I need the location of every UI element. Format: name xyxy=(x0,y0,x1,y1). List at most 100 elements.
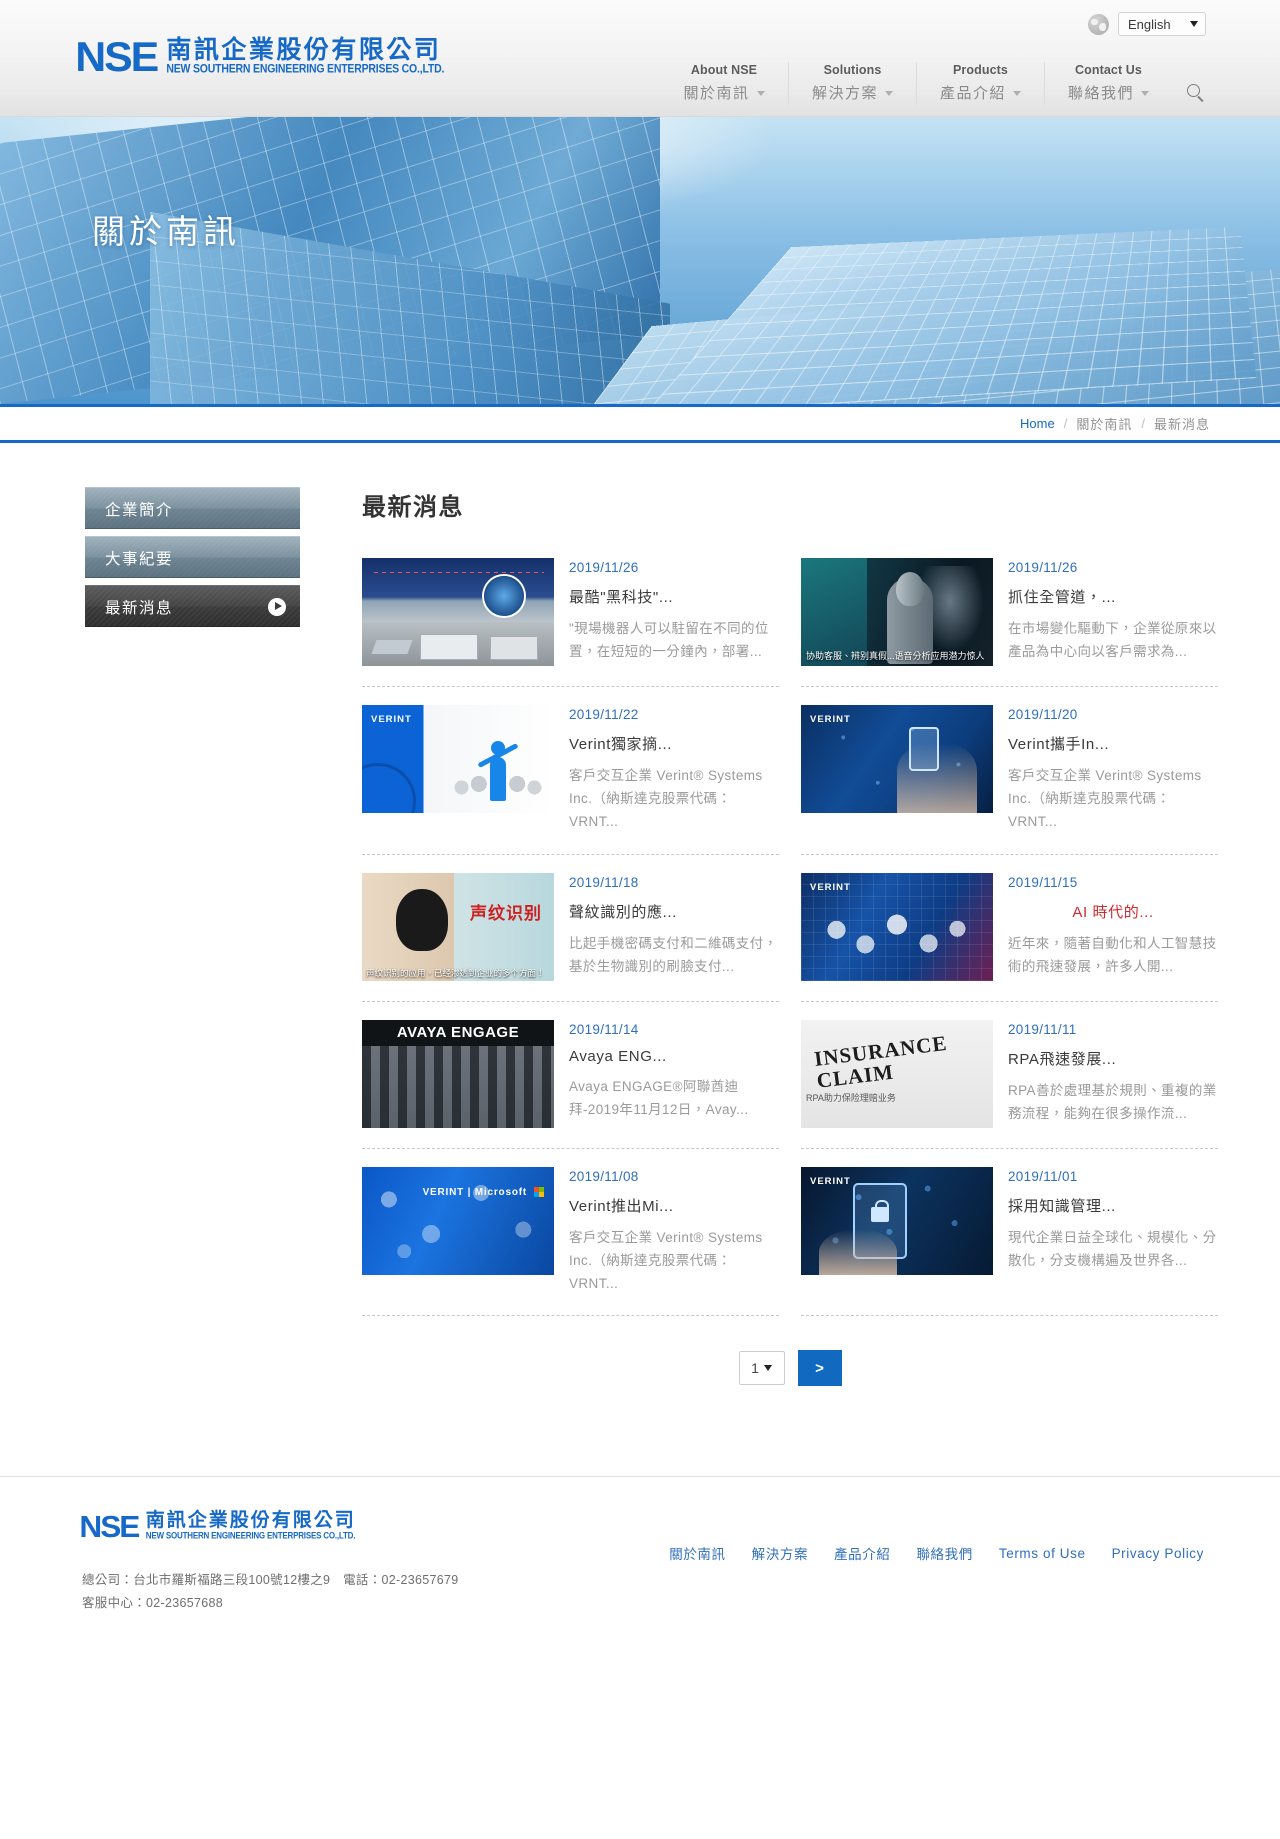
news-title[interactable]: 最酷"黑科技"... xyxy=(569,586,779,607)
microsoft-icon xyxy=(534,1187,544,1198)
main-content: 最新消息 2019/11/26 最酷"黑科技"... "現場機器人可以駐留在不同… xyxy=(300,487,1280,1387)
thumbnail-headline-text: 声纹识别 xyxy=(470,903,542,923)
news-date: 2019/11/20 xyxy=(1008,707,1078,722)
nav-item-label-zh: 解決方案 xyxy=(811,85,878,102)
news-title[interactable]: 聲紋識別的應... xyxy=(569,901,779,922)
news-summary: Avaya ENGAGE®阿聯酋迪拜-2019年11月12日，Avay... xyxy=(569,1078,749,1117)
footer-address: 總公司：台北市羅斯福路三段100號12樓之9 電話：02-23657679 客服… xyxy=(82,1569,459,1615)
nav-item-label-zh: 聯絡我們 xyxy=(1067,85,1134,102)
nav-item-solutions[interactable]: Solutions 解決方案 xyxy=(788,61,916,105)
news-thumbnail[interactable]: VERINT xyxy=(801,1166,993,1275)
thumbnail-brand-label: VERINT | Microsoft xyxy=(422,1186,527,1198)
news-item[interactable]: VERINT 2019/11/22 Verint獨家摘... 客戶交互企業 Ve… xyxy=(362,687,779,855)
news-thumbnail[interactable]: AVAYA ENGAGE xyxy=(362,1019,554,1128)
search-button[interactable] xyxy=(1172,84,1214,105)
footer-link-privacy-policy[interactable]: Privacy Policy xyxy=(1112,1546,1204,1561)
thumbnail-brand-badge: VERINT xyxy=(810,714,851,725)
chevron-down-icon xyxy=(885,91,893,96)
news-item[interactable]: VERINT 2019/11/01 採用知識管理... 現代企業日益全球化、規模… xyxy=(801,1149,1218,1317)
thumbnail-art xyxy=(362,1166,554,1275)
breadcrumb-home-link[interactable]: Home xyxy=(1020,416,1055,431)
news-thumbnail[interactable]: VERINT | Microsoft xyxy=(362,1166,554,1275)
breadcrumb-separator: / xyxy=(1141,416,1145,431)
news-date: 2019/11/15 xyxy=(1008,874,1078,890)
thumbnail-art xyxy=(362,1045,554,1128)
thumbnail-caption: 协助客服、辨别真假...语音分析应用潜力惊人 xyxy=(806,650,985,661)
news-title[interactable]: AI 時代的... xyxy=(1008,901,1218,922)
search-icon xyxy=(1186,84,1200,97)
news-date: 2019/11/22 xyxy=(569,707,639,722)
news-summary: 在市場變化驅動下，企業從原來以產品為中心向以客戶需求為... xyxy=(1008,621,1217,660)
footer-link-solutions[interactable]: 解決方案 xyxy=(752,1543,808,1563)
footer-link-contact[interactable]: 聯絡我們 xyxy=(916,1543,972,1563)
thumbnail-brand-badge: VERINT xyxy=(810,881,851,893)
news-thumbnail[interactable]: VERINT xyxy=(362,705,554,813)
site-logo[interactable]: NSE 南訊企業股份有限公司 NEW SOUTHERN ENGINEERING … xyxy=(75,33,444,80)
news-summary: 客戶交互企業 Verint® Systems Inc.（納斯達克股票代碼：VRN… xyxy=(569,768,763,830)
chevron-down-icon xyxy=(1190,21,1198,27)
footer-address-line-1: 總公司：台北市羅斯福路三段100號12樓之9 電話：02-23657679 xyxy=(82,1573,459,1588)
breadcrumb-level-2[interactable]: 關於南訊 xyxy=(1076,414,1132,433)
logo-mark-nse: NSE xyxy=(79,1509,140,1545)
footer-link-products[interactable]: 產品介紹 xyxy=(834,1543,890,1563)
thumbnail-caption: 声纹识别的应用，已经渗透到企业的多个方面！ xyxy=(366,967,545,978)
page-number-select[interactable]: 1 xyxy=(738,1351,785,1386)
news-thumbnail[interactable] xyxy=(362,558,554,666)
thumbnail-art xyxy=(819,1228,897,1275)
sidebar-menu: 企業簡介 大事紀要 最新消息 xyxy=(0,487,300,1386)
news-title[interactable]: Verint獨家摘... xyxy=(569,733,779,754)
news-thumbnail[interactable]: VERINT xyxy=(801,872,993,981)
footer-address-line-2: 客服中心：02-23657688 xyxy=(82,1596,223,1611)
nav-item-label-zh: 關於南訊 xyxy=(683,85,750,102)
news-title[interactable]: Avaya ENG... xyxy=(569,1048,779,1065)
news-thumbnail[interactable]: VERINT xyxy=(801,705,993,813)
news-title[interactable]: 抓住全管道，... xyxy=(1008,586,1218,607)
news-summary: 近年來，隨著自動化和人工智慧技術的飛速發展，許多人開... xyxy=(1008,935,1217,974)
news-date: 2019/11/11 xyxy=(1008,1021,1077,1037)
logo-mark-nse: NSE xyxy=(75,33,159,80)
news-item[interactable]: 协助客服、辨别真假...语音分析应用潜力惊人 2019/11/26 抓住全管道，… xyxy=(801,558,1218,687)
chevron-down-icon xyxy=(1013,91,1021,96)
language-select[interactable]: English xyxy=(1118,12,1206,36)
sidebar-item-label: 企業簡介 xyxy=(105,501,174,519)
language-selector[interactable]: English xyxy=(1088,12,1206,36)
news-title[interactable]: Verint攜手In... xyxy=(1008,733,1218,754)
news-title[interactable]: Verint推出Mi... xyxy=(569,1195,779,1216)
footer-link-about[interactable]: 關於南訊 xyxy=(669,1543,725,1563)
nav-item-label-en: Solutions xyxy=(823,62,882,77)
next-page-button[interactable]: > xyxy=(797,1350,842,1387)
news-summary: 現代企業日益全球化、規模化、分散化，分支機構遍及世界各... xyxy=(1008,1229,1217,1268)
thumbnail-brand-badge: VERINT | Microsoft xyxy=(423,1187,544,1198)
nav-item-about-nse[interactable]: About NSE 關於南訊 xyxy=(660,62,788,105)
news-item[interactable]: INSURANCE CLAIM RPA助力保险理赔业务 2019/11/11 R… xyxy=(801,1002,1218,1149)
news-item[interactable]: 2019/11/26 最酷"黑科技"... "現場機器人可以駐留在不同的位置，在… xyxy=(362,558,779,687)
breadcrumb: Home / 關於南訊 / 最新消息 xyxy=(0,407,1280,443)
news-item[interactable]: VERINT | Microsoft 2019/11/08 Verint推出Mi… xyxy=(362,1149,779,1317)
news-title[interactable]: 採用知識管理... xyxy=(1008,1195,1218,1216)
sidebar-item-latest-news[interactable]: 最新消息 xyxy=(85,585,300,627)
sidebar-item-milestones[interactable]: 大事紀要 xyxy=(85,536,300,578)
thumbnail-art xyxy=(420,634,478,660)
news-date: 2019/11/26 xyxy=(569,560,639,575)
news-item[interactable]: AVAYA ENGAGE 2019/11/14 Avaya ENG... Ava… xyxy=(362,1002,779,1149)
news-item[interactable]: VERINT 2019/11/20 Verint攜手In... 客戶交互企業 V… xyxy=(801,687,1218,855)
footer-company-name-en: NEW SOUTHERN ENGINEERING ENTERPRISES CO.… xyxy=(145,1531,356,1542)
news-thumbnail[interactable]: INSURANCE CLAIM RPA助力保险理赔业务 xyxy=(801,1019,993,1128)
logo-company-name-zh: 南訊企業股份有限公司 xyxy=(166,36,442,65)
sidebar-item-company-profile[interactable]: 企業簡介 xyxy=(85,487,300,529)
news-thumbnail[interactable]: 协助客服、辨别真假...语音分析应用潜力惊人 xyxy=(801,558,993,666)
footer-link-terms-of-use[interactable]: Terms of Use xyxy=(999,1546,1086,1561)
site-header: NSE 南訊企業股份有限公司 NEW SOUTHERN ENGINEERING … xyxy=(0,0,1280,117)
news-title[interactable]: RPA飛速發展... xyxy=(1008,1048,1218,1069)
news-summary: 比起手機密碼支付和二維碼支付，基於生物識別的刷臉支付... xyxy=(569,935,778,974)
sidebar-item-label: 最新消息 xyxy=(105,599,174,617)
nav-item-products[interactable]: Products 產品介紹 xyxy=(916,61,1044,105)
news-item[interactable]: 声纹识别 声纹识别的应用，已经渗透到企业的多个方面！ 2019/11/18 聲紋… xyxy=(362,855,779,1002)
sidebar-item-label: 大事紀要 xyxy=(105,550,174,568)
news-thumbnail[interactable]: 声纹识别 声纹识别的应用，已经渗透到企业的多个方面！ xyxy=(362,872,554,981)
news-item[interactable]: VERINT 2019/11/15 AI 時代的... 近年來，隨著自動化和人工… xyxy=(801,855,1218,1002)
nav-item-contact-us[interactable]: Contact Us 聯絡我們 xyxy=(1044,61,1172,105)
news-date: 2019/11/14 xyxy=(569,1021,639,1037)
footer-logo[interactable]: NSE 南訊企業股份有限公司 NEW SOUTHERN ENGINEERING … xyxy=(79,1509,356,1545)
page-title: 最新消息 xyxy=(362,494,464,521)
